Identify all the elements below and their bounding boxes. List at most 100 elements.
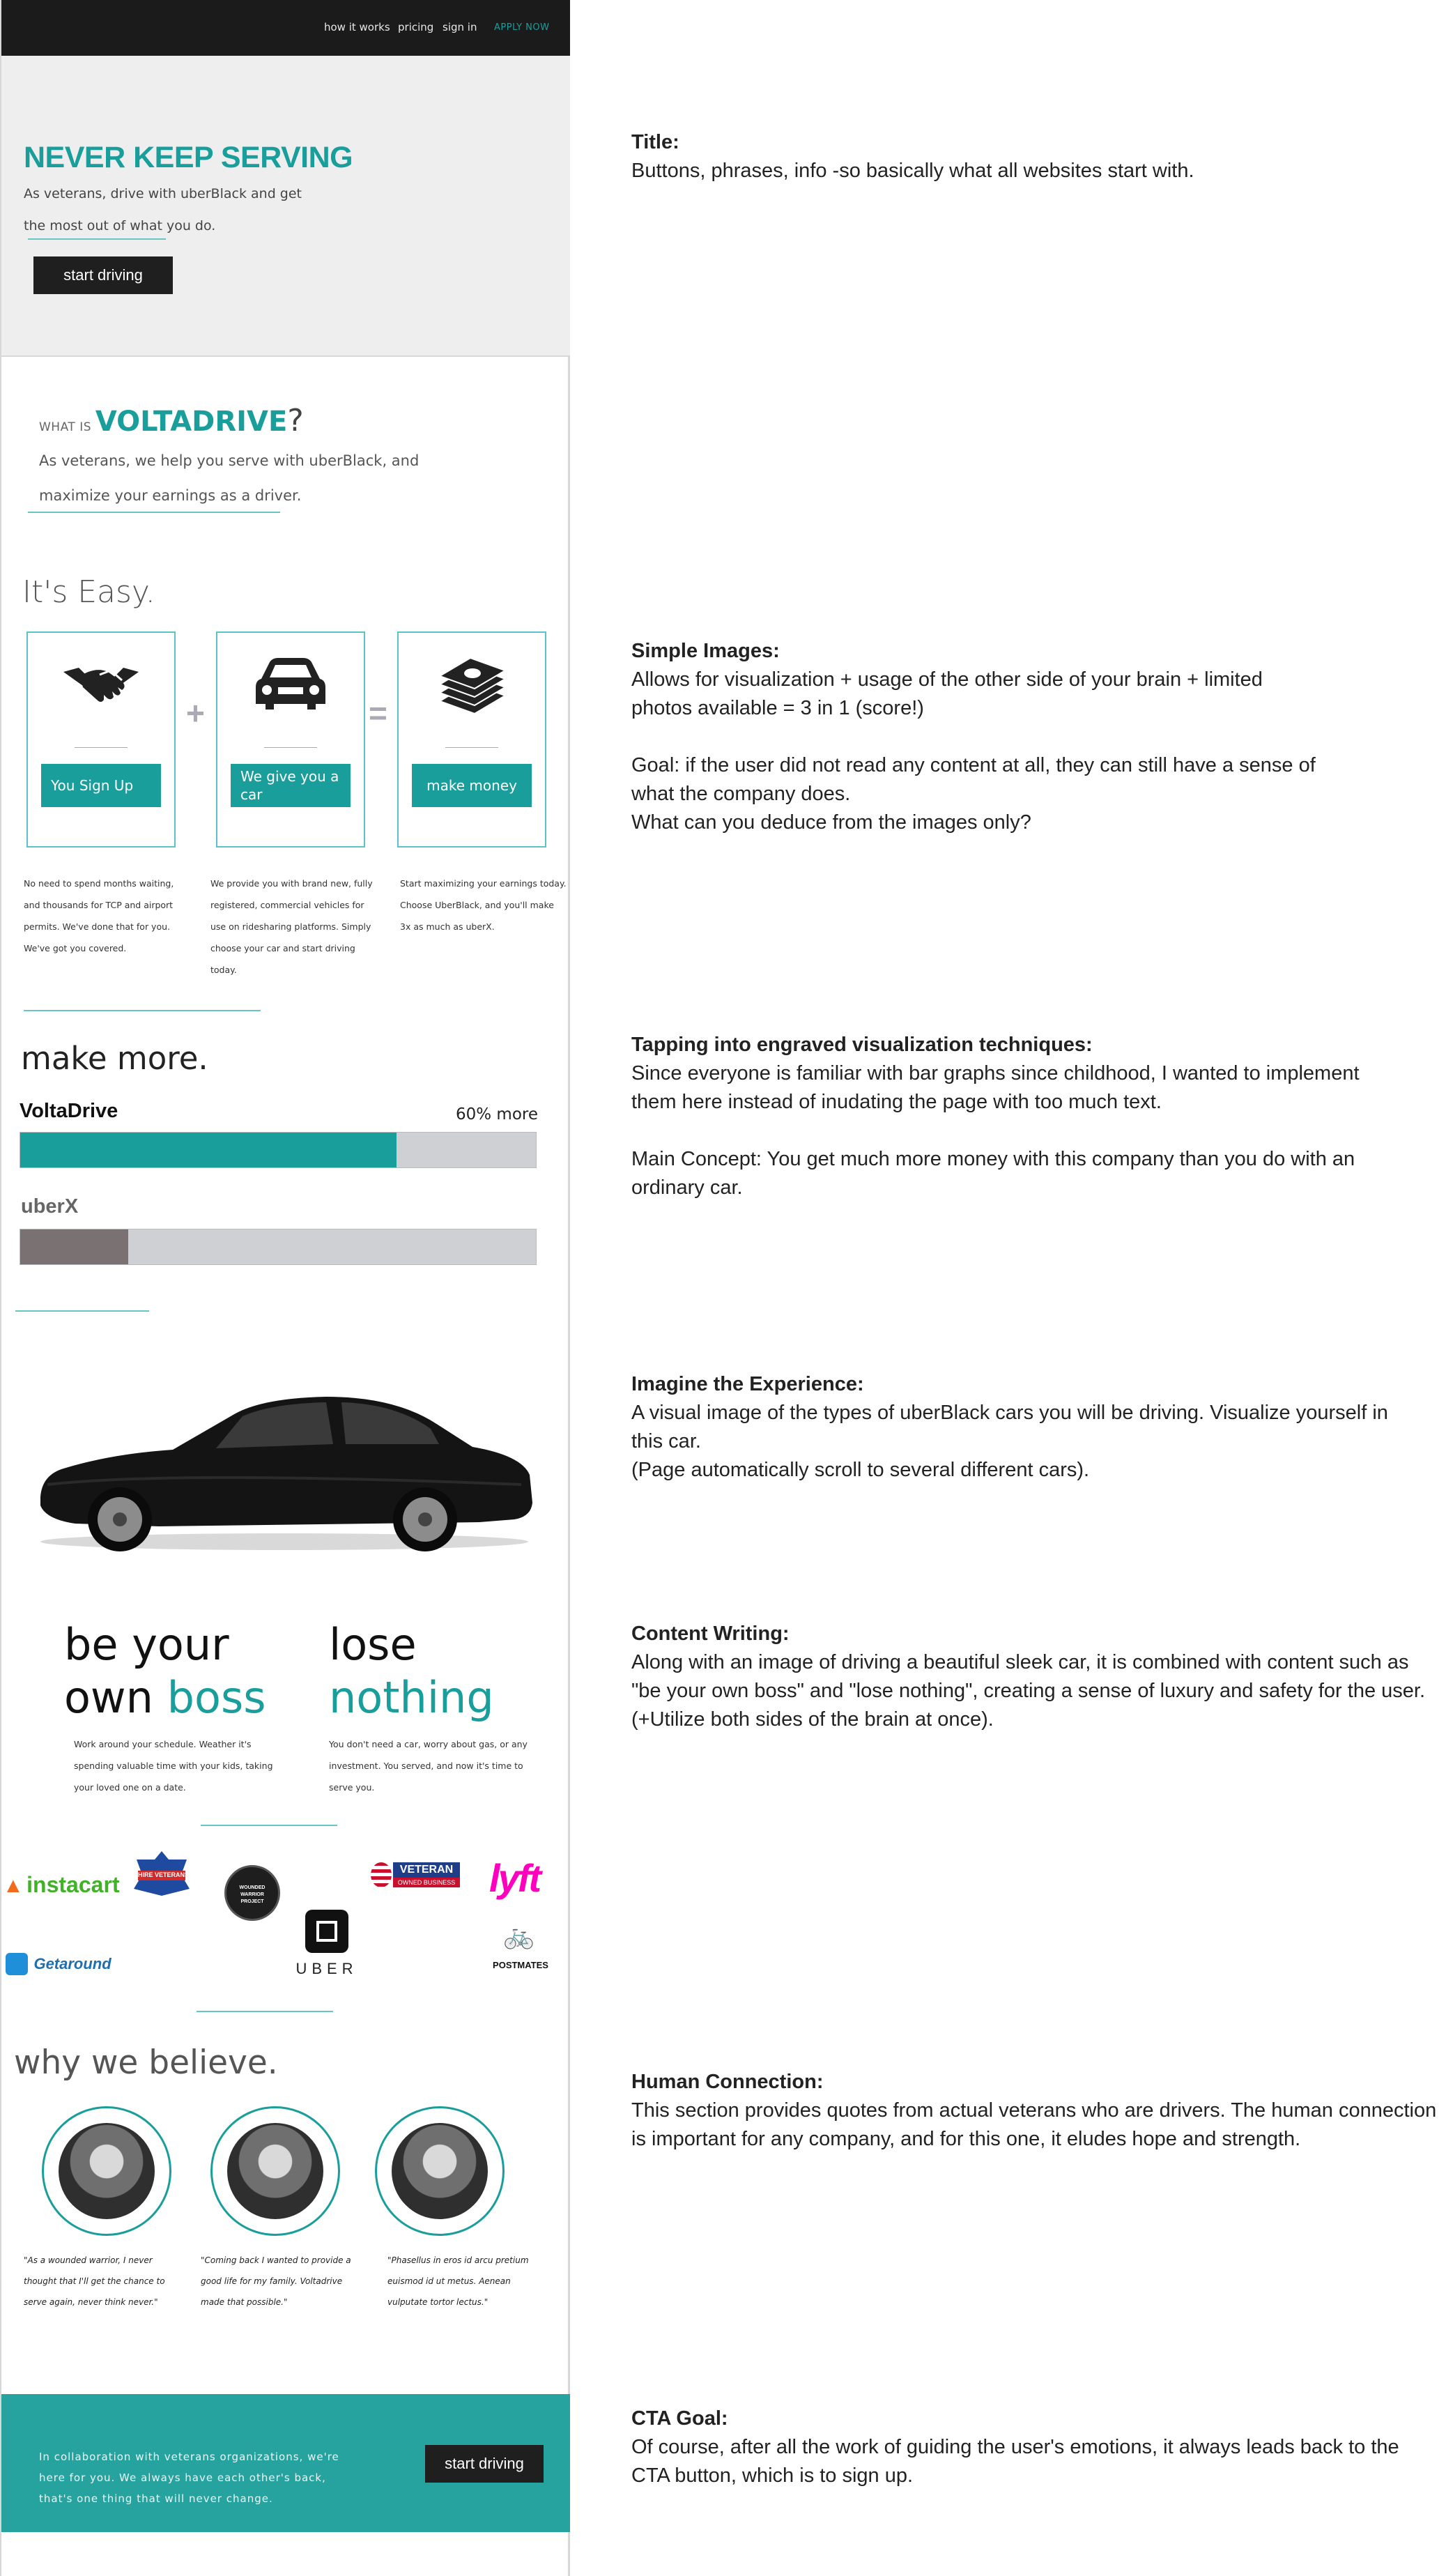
phrase-word: own: [64, 1672, 167, 1723]
section-divider: [24, 1010, 261, 1011]
getaround-logo: Getaround: [6, 1953, 111, 1975]
uber-icon-square: [316, 1921, 337, 1942]
note-heading: Imagine the Experience:: [631, 1373, 864, 1395]
wounded-warrior-logo: WOUNDED WARRIOR PROJECT: [224, 1865, 280, 1921]
phrase-line: own boss: [64, 1671, 266, 1724]
postmates-logo: 🚲 POSTMATES: [489, 1921, 552, 1977]
car-icon: [256, 658, 325, 710]
uber-logo: UBER: [295, 1910, 358, 1979]
card-rule: [75, 747, 128, 748]
bar-fill-voltadrive: [20, 1133, 397, 1167]
bar-fill-uberx: [20, 1229, 129, 1264]
note-experience: Imagine the Experience: A visual image o…: [631, 1370, 1440, 1485]
hero-divider: [28, 238, 166, 240]
phrase-desc-boss: Work around your schedule. Weather it's …: [74, 1739, 273, 1793]
note-line: (Page automatically scroll to several di…: [631, 1459, 1090, 1481]
wounded-warrior-text: WOUNDED WARRIOR PROJECT: [239, 1885, 266, 1904]
testimonial-avatar-3: [375, 2106, 505, 2236]
note-line: Buttons, phrases, info -so basically wha…: [631, 160, 1194, 182]
flag-icon: [371, 1862, 392, 1887]
owned-business-text: OWNED BUSINESS: [393, 1878, 460, 1887]
note-content-writing: Content Writing: Along with an image of …: [631, 1620, 1440, 1734]
getaround-text: Getaround: [33, 1955, 111, 1972]
note-heading: CTA Goal:: [631, 2407, 728, 2430]
note-human-connection: Human Connection: This section provides …: [631, 2068, 1440, 2154]
what-is-suffix: ?: [287, 403, 304, 438]
phrase-be-your-own-boss: be your own boss: [64, 1618, 266, 1724]
phrase-accent: boss: [167, 1672, 266, 1723]
nav-link-sign-in[interactable]: sign in: [443, 21, 477, 33]
black-sedan-image: [40, 1397, 532, 1551]
i-hire-veterans-logo: I HIRE VETERANS: [131, 1850, 192, 1899]
card-rule: [445, 747, 498, 748]
note-line: This section provides quotes from actual…: [631, 2099, 1437, 2150]
plus-icon: +: [186, 695, 205, 731]
section-divider: [15, 1310, 149, 1312]
uber-icon: [305, 1910, 348, 1953]
testimonial-quote-3: "Phasellus in eros id arcu pretium euism…: [387, 2255, 529, 2307]
brand-name: VOLTADRIVE: [95, 406, 288, 438]
phrase-accent: nothing: [329, 1672, 494, 1723]
testimonial-avatar-2: [210, 2106, 340, 2236]
sign-up-button[interactable]: You Sign Up: [41, 764, 161, 807]
what-is-prefix: WHAT IS: [39, 420, 95, 434]
testimonial-quote-2: "Coming back I wanted to provide a good …: [201, 2255, 351, 2307]
note-line: A visual image of the types of uberBlack…: [631, 1402, 1388, 1452]
bar-label-voltadrive: VoltaDrive: [20, 1100, 118, 1122]
bicycle-icon: 🚲: [503, 1921, 534, 1949]
cta-start-driving-button[interactable]: start driving: [425, 2445, 544, 2483]
step-desc-make-money: Start maximizing your earnings today. Ch…: [400, 878, 567, 932]
hero-section: NEVER KEEP SERVING As veterans, drive wi…: [1, 56, 570, 357]
nav-link-pricing[interactable]: pricing: [398, 21, 433, 33]
nav-link-how-it-works[interactable]: how it works: [324, 21, 390, 33]
veteran-text: VETERAN: [393, 1862, 460, 1878]
hero-title: NEVER KEEP SERVING: [24, 141, 353, 174]
i-hire-veterans-text: I HIRE VETERANS: [134, 1871, 189, 1878]
note-heading: Simple Images:: [631, 640, 780, 662]
note-heading: Human Connection:: [631, 2071, 824, 2093]
bar-track-uberx: [20, 1229, 537, 1265]
website-mockup: how it works pricing sign in APPLY NOW N…: [0, 0, 570, 2576]
hero-start-driving-button[interactable]: start driving: [33, 256, 173, 294]
note-heading: Content Writing:: [631, 1623, 790, 1645]
we-give-you-a-car-button[interactable]: We give you a car: [231, 764, 351, 807]
note-line: Along with an image of driving a beautif…: [631, 1651, 1426, 1731]
note-title: Title: Buttons, phrases, info -so basica…: [631, 128, 1440, 185]
nav-apply-now[interactable]: APPLY NOW: [494, 22, 549, 33]
bar-track-voltadrive: [20, 1132, 537, 1168]
top-nav: how it works pricing sign in APPLY NOW: [1, 0, 570, 56]
step-card-sign-up: You Sign Up: [26, 631, 176, 848]
note-heading: Title:: [631, 131, 679, 153]
note-line: Goal: if the user did not read any conte…: [631, 754, 1316, 805]
note-visualization: Tapping into engraved visualization tech…: [631, 1031, 1440, 1202]
lyft-logo: lyft: [489, 1856, 541, 1900]
step-desc-car: We provide you with brand new, fully reg…: [210, 878, 373, 975]
make-money-button[interactable]: make money: [412, 764, 532, 807]
step-desc-sign-up: No need to spend months waiting, and tho…: [24, 878, 174, 953]
handshake-icon: [63, 668, 139, 702]
phrase-line: lose: [329, 1619, 417, 1670]
getaround-icon: [6, 1953, 28, 1975]
bar-label-uberx: uberX: [21, 1195, 79, 1218]
note-line: What can you deduce from the images only…: [631, 811, 1031, 834]
note-line: Of course, after all the work of guiding…: [631, 2436, 1399, 2487]
section-divider: [197, 2011, 333, 2012]
what-is-heading: WHAT IS VOLTADRIVE?: [39, 403, 304, 438]
testimonial-avatar-1: [42, 2106, 171, 2236]
step-card-car: We give you a car: [216, 631, 365, 848]
cta-text: In collaboration with veterans organizat…: [39, 2451, 339, 2505]
phrase-line: be your: [64, 1619, 229, 1670]
money-stack-icon: [438, 657, 507, 715]
note-line: Allows for visualization + usage of the …: [631, 668, 1263, 719]
avatar: [392, 2123, 488, 2219]
avatar: [227, 2123, 323, 2219]
make-more-title: make more.: [21, 1040, 208, 1077]
instacart-logo: ▲ instacart: [3, 1872, 120, 1898]
what-is-text: As veterans, we help you serve with uber…: [39, 452, 420, 504]
section-divider: [201, 1825, 337, 1826]
uber-text: UBER: [295, 1960, 358, 1977]
carrot-icon: ▲: [3, 1874, 24, 1897]
section-divider: [28, 512, 280, 513]
bar-note-60-more: 60% more: [456, 1105, 539, 1124]
step-card-make-money: make money: [397, 631, 546, 848]
